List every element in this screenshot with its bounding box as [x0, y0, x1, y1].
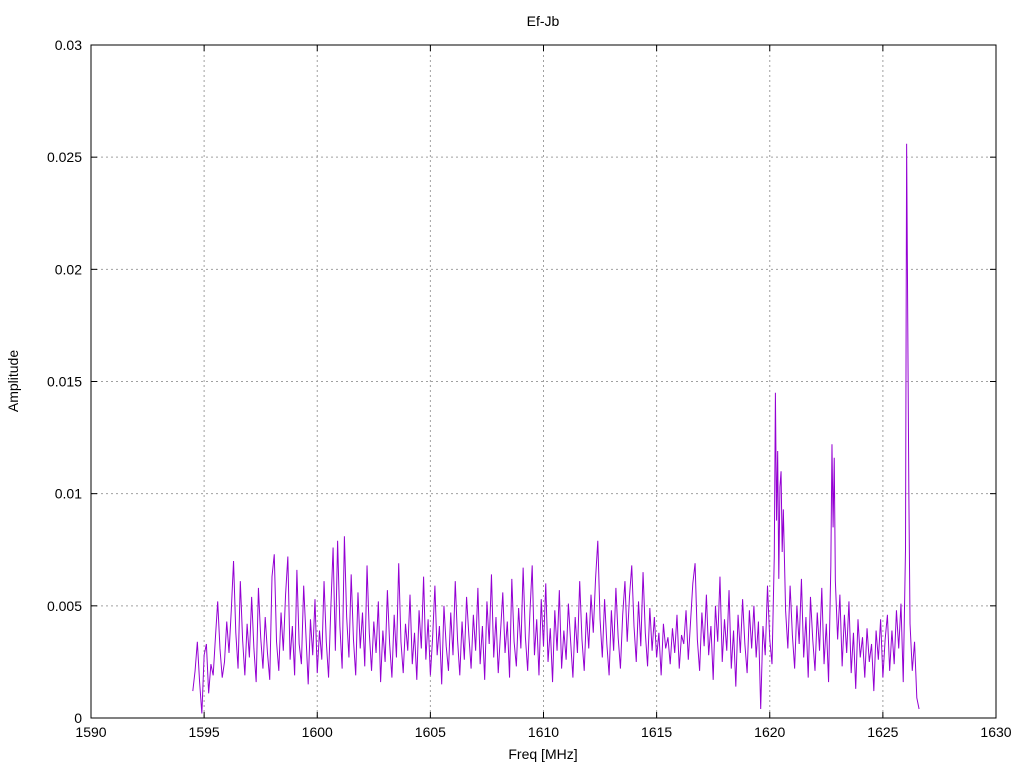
chart: Ef-Jb 1590 1595 1600 1605 1610 1615 1620 1625 16…: [5, 13, 1012, 762]
x-tick-label: 1605: [415, 724, 446, 740]
x-tick-label: 1615: [641, 724, 672, 740]
x-tick-label: 1625: [867, 724, 898, 740]
x-tick-label: 1630: [980, 724, 1011, 740]
y-tick-label: 0: [74, 710, 82, 726]
chart-title: Ef-Jb: [527, 13, 560, 29]
y-tick-label: 0.02: [55, 261, 82, 277]
y-tick-label: 0.01: [55, 486, 82, 502]
x-tick-label: 1620: [754, 724, 785, 740]
y-tick-label: 0.015: [47, 374, 82, 390]
series-line: [192, 143, 920, 714]
x-tick-label: 1600: [302, 724, 333, 740]
grid: [91, 45, 996, 718]
y-tick-label: 0.03: [55, 37, 82, 53]
y-tick-label: 0.005: [47, 598, 82, 614]
y-axis-label: Amplitude: [5, 350, 21, 412]
x-tick-label: 1590: [75, 724, 106, 740]
x-tick-label: 1610: [528, 724, 559, 740]
x-axis-label: Freq [MHz]: [508, 746, 577, 762]
y-tick-label: 0.025: [47, 149, 82, 165]
x-tick-label: 1595: [189, 724, 220, 740]
